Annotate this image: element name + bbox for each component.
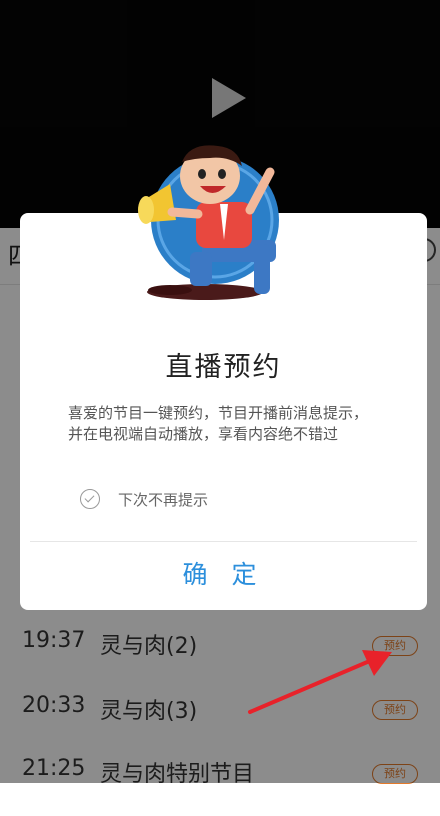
check-circle-icon[interactable] <box>80 489 100 509</box>
dialog-description: 喜爱的节目一键预约，节目开播前消息提示，并在电视端自动播放，享看内容绝不错过 <box>68 404 369 443</box>
dialog-title: 直播预约 <box>165 352 282 383</box>
mascot-illustration <box>138 145 279 300</box>
dont-show-again-label: 下次不再提示 <box>118 491 209 509</box>
confirm-button[interactable]: 确 定 <box>20 542 427 610</box>
